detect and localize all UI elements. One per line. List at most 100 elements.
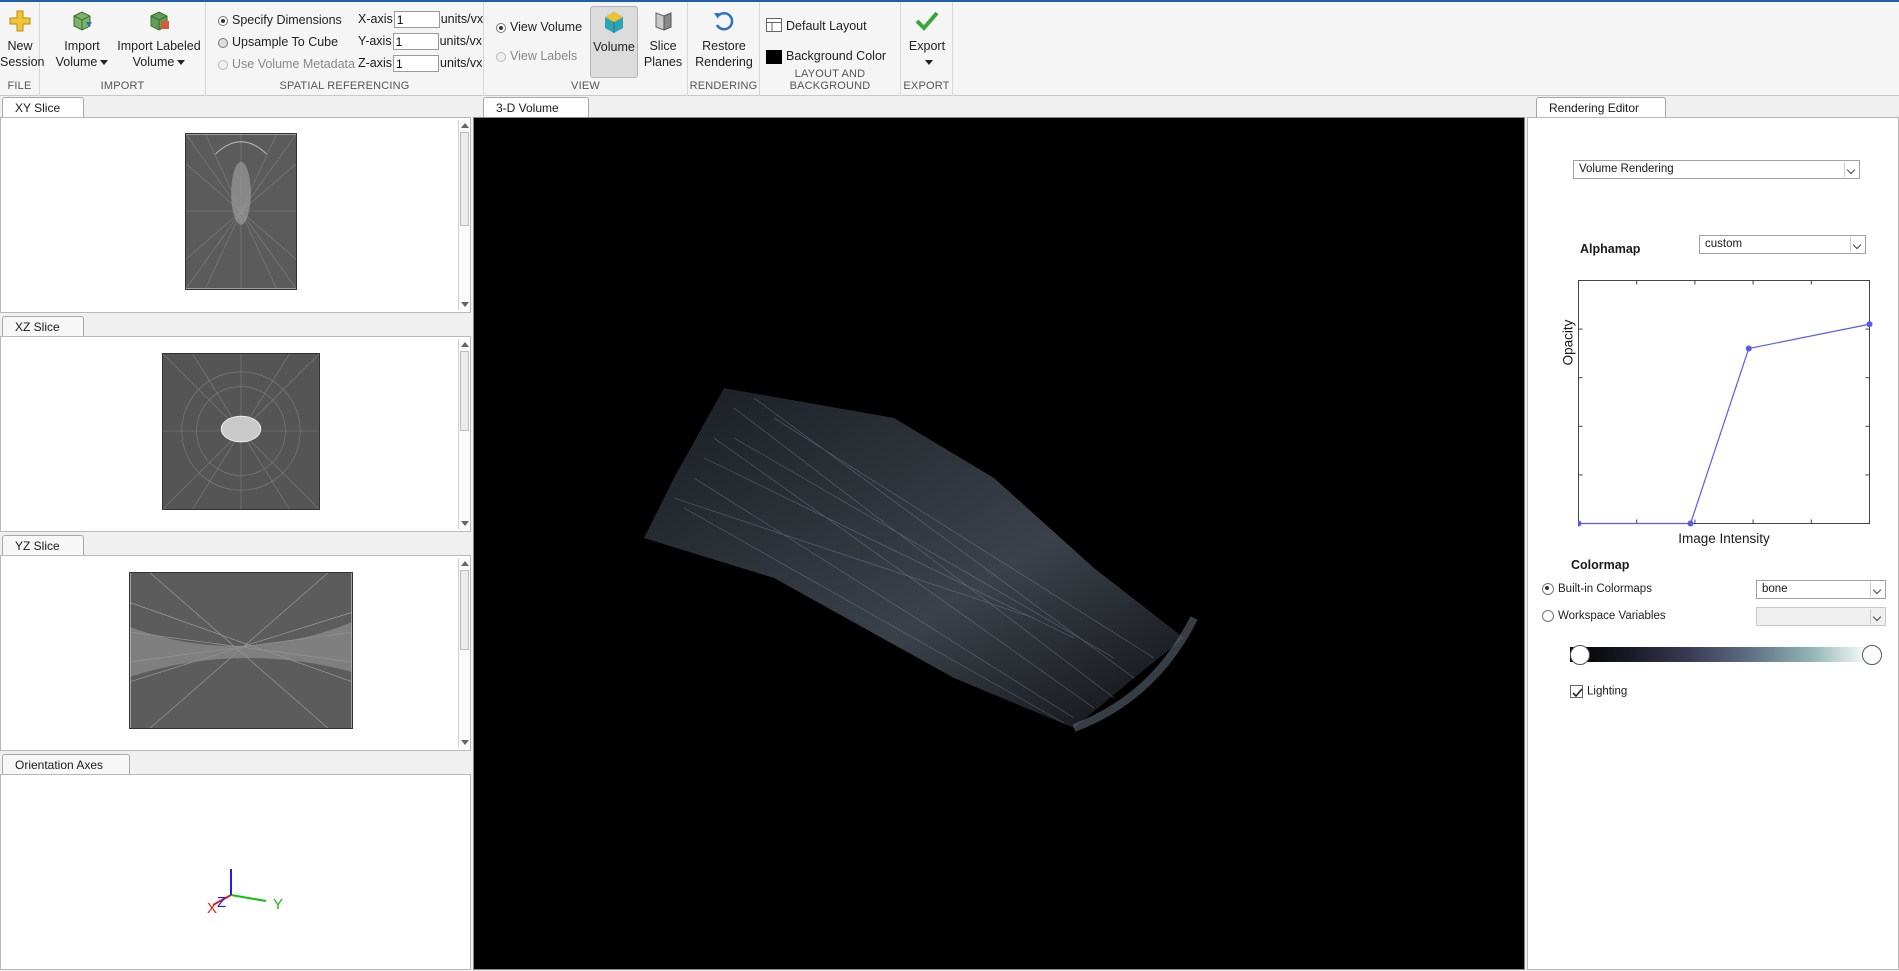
layout-section-title: LAYOUT AND BACKGROUND: [789, 68, 871, 92]
builtin-colormap-dropdown[interactable]: bone: [1756, 580, 1886, 599]
xz-slice-panel: [0, 336, 471, 532]
view-volume-radio[interactable]: [496, 22, 506, 33]
tab-orientation-axes[interactable]: Orientation Axes: [2, 754, 130, 774]
yz-slice-image[interactable]: [129, 572, 353, 729]
view-volume-label: View Volume: [510, 20, 583, 34]
yz-slice-panel: [0, 555, 471, 751]
workspace-variables-radio[interactable]: [1542, 610, 1554, 622]
tab-xz-slice[interactable]: XZ Slice: [2, 316, 84, 336]
new-session-line2: Session: [0, 55, 45, 69]
upsample-cube-radio[interactable]: [218, 37, 228, 48]
alphamap-dropdown[interactable]: custom: [1699, 235, 1866, 254]
import-volume-caret-icon: [100, 60, 109, 66]
workspace-variables-dropdown: [1756, 607, 1886, 626]
orientation-axes-widget[interactable]: X Z Y: [201, 865, 301, 915]
export-check-icon: [913, 8, 941, 34]
yz-slice-scrollbar[interactable]: [458, 558, 470, 748]
specify-dimensions-label: Specify Dimensions: [232, 13, 342, 27]
alphamap-control-point[interactable]: [1687, 520, 1694, 527]
lighting-checkbox[interactable]: [1570, 685, 1583, 698]
slice-planes-icon: [649, 8, 677, 34]
tab-xy-slice[interactable]: XY Slice: [2, 97, 84, 117]
z-axis-input[interactable]: [393, 55, 440, 72]
y-axis-input[interactable]: [392, 33, 439, 50]
view-labels-option: View Labels: [496, 49, 577, 63]
export-button[interactable]: Export: [901, 8, 953, 70]
workspace-variables-option[interactable]: Workspace Variables: [1542, 610, 1666, 622]
spatial-referencing-section: Specify Dimensions Upsample To Cube Use …: [206, 2, 484, 96]
xz-slice-image[interactable]: [162, 353, 320, 510]
upsample-cube-option[interactable]: Upsample To Cube: [218, 35, 338, 49]
specify-dimensions-radio[interactable]: [218, 15, 228, 26]
use-volume-metadata-label: Use Volume Metadata: [232, 57, 355, 71]
restore-rendering-line1: Restore: [702, 39, 746, 53]
import-labeled-volume-button[interactable]: Import Labeled Volume: [114, 8, 204, 70]
alphamap-control-point[interactable]: [1745, 345, 1752, 352]
restore-rendering-line2: Rendering: [695, 55, 753, 69]
background-color-label: Background Color: [786, 49, 887, 63]
export-section-title: EXPORT: [903, 80, 950, 92]
volume-rendering[interactable]: [474, 118, 1526, 971]
background-color-button[interactable]: Background Color: [766, 49, 886, 64]
view-section-title: VIEW: [571, 80, 600, 92]
workspace-variables-label: Workspace Variables: [1558, 610, 1666, 623]
builtin-colormaps-option[interactable]: Built-in Colormaps: [1542, 583, 1652, 595]
tab-rendering-editor[interactable]: Rendering Editor: [1536, 97, 1666, 117]
view-labels-label: View Labels: [510, 49, 578, 63]
y-axis-row: Y-axis units/vx: [358, 33, 482, 50]
xy-scroll-thumb[interactable]: [460, 132, 469, 226]
colormap-right-handle[interactable]: [1862, 645, 1882, 665]
volume-button[interactable]: Volume: [590, 6, 638, 78]
restore-rendering-button[interactable]: Restore Rendering: [688, 8, 760, 70]
alphamap-label: Alphamap: [1580, 242, 1641, 256]
builtin-colormaps-radio[interactable]: [1542, 583, 1554, 595]
yz-scroll-thumb[interactable]: [460, 570, 469, 650]
yz-scroll-up-icon[interactable]: [461, 561, 469, 566]
import-volume-icon: [68, 8, 96, 34]
rendering-mode-dropdown[interactable]: Volume Rendering: [1573, 160, 1860, 179]
slice-planes-button[interactable]: Slice Planes: [640, 8, 686, 70]
yz-scroll-down-icon[interactable]: [461, 740, 469, 745]
xz-slice-scrollbar[interactable]: [458, 339, 470, 529]
xy-scroll-up-icon[interactable]: [461, 123, 469, 128]
y-axis-units: units/vx: [439, 33, 482, 48]
orientation-axes-panel: X Z Y: [0, 774, 471, 970]
xy-scroll-down-icon[interactable]: [461, 302, 469, 307]
xy-slice-image[interactable]: [185, 133, 297, 290]
xy-slice-scrollbar[interactable]: [458, 120, 470, 310]
layout-background-section: Default Layout Background Color LAYOUT A…: [760, 2, 901, 96]
colormap-label: Colormap: [1571, 558, 1630, 572]
view-volume-option[interactable]: View Volume: [496, 20, 582, 34]
z-axis-label: Z-axis: [358, 55, 393, 70]
xz-scroll-up-icon[interactable]: [461, 342, 469, 347]
specify-dimensions-option[interactable]: Specify Dimensions: [218, 13, 342, 27]
x-axis-input[interactable]: [393, 11, 440, 28]
volume-viewport[interactable]: [473, 117, 1525, 970]
export-section: Export EXPORT: [901, 2, 953, 96]
import-section: Import Volume Import Labeled Volume IMPO…: [40, 2, 206, 96]
colormap-bar[interactable]: [1570, 647, 1870, 662]
import-labeled-caret-icon: [177, 60, 186, 66]
xz-scroll-thumb[interactable]: [460, 351, 469, 431]
import-labeled-volume-icon: [145, 8, 173, 34]
import-section-title: IMPORT: [100, 80, 145, 92]
spatial-section-title: SPATIAL REFERENCING: [279, 80, 410, 92]
toolstrip: New Session FILE Import Volume Import La…: [0, 2, 1899, 96]
tab-3d-volume[interactable]: 3-D Volume: [483, 97, 589, 117]
colormap-left-handle[interactable]: [1570, 645, 1590, 665]
file-section: New Session FILE: [0, 2, 44, 96]
tab-yz-slice[interactable]: YZ Slice: [2, 535, 84, 555]
default-layout-button[interactable]: Default Layout: [766, 18, 867, 35]
import-volume-line2: Volume: [55, 55, 98, 69]
alphamap-control-point[interactable]: [1866, 321, 1873, 328]
lighting-label: Lighting: [1587, 685, 1628, 698]
xy-slice-panel: [0, 117, 471, 313]
lighting-option[interactable]: Lighting: [1570, 685, 1627, 698]
workspace-variables-chevron-icon: [1870, 609, 1884, 624]
opacity-axis-label-wrap: Opacity: [1558, 280, 1576, 410]
alphamap-plot[interactable]: [1578, 280, 1873, 528]
new-session-line1: New: [7, 39, 33, 53]
new-session-button[interactable]: New Session: [0, 8, 44, 70]
xz-scroll-down-icon[interactable]: [461, 521, 469, 526]
import-volume-button[interactable]: Import Volume: [52, 8, 112, 70]
